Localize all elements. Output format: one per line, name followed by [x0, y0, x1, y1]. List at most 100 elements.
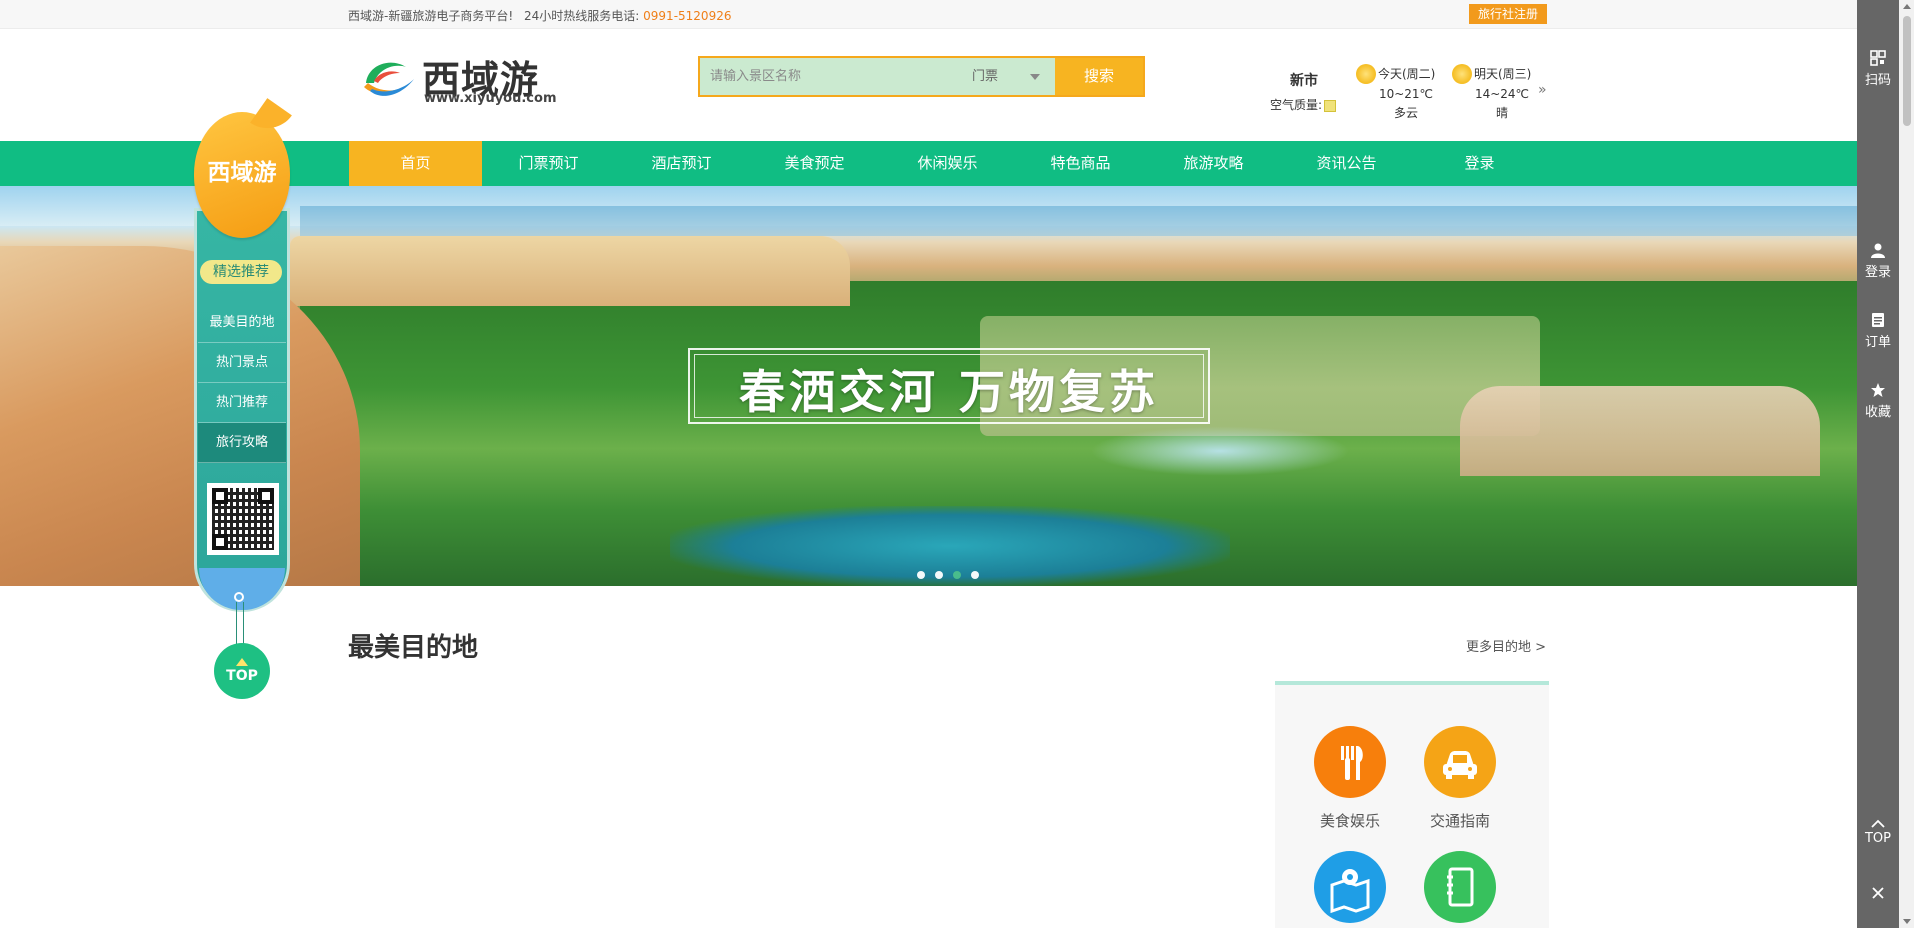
- slider-dot[interactable]: [971, 571, 979, 579]
- weather-tomorrow-temp: 14~24℃: [1474, 87, 1530, 101]
- toolbar-top-label: TOP: [1864, 831, 1891, 846]
- search-category-select[interactable]: 门票: [972, 58, 1052, 95]
- nav-item-food[interactable]: 美食预定: [748, 141, 881, 186]
- floating-nav-item-recommend[interactable]: 热门推荐: [198, 383, 286, 423]
- banner-title: 春洒交河 万物复苏: [738, 365, 1159, 419]
- qr-corner: [258, 488, 274, 504]
- page: 西域游-新疆旅游电子商务平台! 24小时热线服务电话: 0991-5120926…: [0, 0, 1914, 928]
- banner-water: [300, 206, 1857, 236]
- service-map[interactable]: [1305, 851, 1395, 923]
- order-list-icon: [1872, 313, 1884, 327]
- search-button[interactable]: 搜索: [1055, 58, 1143, 95]
- user-icon: [1871, 243, 1885, 258]
- toolbar-favorites[interactable]: 收藏: [1857, 382, 1899, 420]
- search-bar: 门票 搜索: [698, 56, 1145, 97]
- weather-today-desc: 多云: [1393, 106, 1418, 120]
- nav-item-products[interactable]: 特色商品: [1014, 141, 1147, 186]
- slider-dots: [917, 564, 989, 579]
- banner-ruins: [290, 236, 850, 306]
- nav-item-guides[interactable]: 旅游攻略: [1147, 141, 1280, 186]
- toolbar-login-label: 登录: [1864, 265, 1891, 280]
- hotline-number: 0991-5120926: [643, 9, 732, 23]
- sun-cloud-icon: [1356, 64, 1376, 84]
- nav-item-login[interactable]: 登录: [1413, 141, 1546, 186]
- air-quality-label: 空气质量:: [1270, 98, 1323, 112]
- floating-nav-item-spots[interactable]: 热门景点: [198, 343, 286, 383]
- toolbar-scan[interactable]: 扫码: [1857, 50, 1899, 88]
- nav-item-hotels[interactable]: 酒店预订: [615, 141, 748, 186]
- floating-nav-ring: [234, 592, 244, 602]
- top-bar: 西域游-新疆旅游电子商务平台! 24小时热线服务电话: 0991-5120926…: [0, 0, 1857, 29]
- hotline: 24小时热线服务电话: 0991-5120926: [524, 7, 731, 24]
- banner-mist: [1090, 426, 1350, 476]
- qr-corner: [212, 488, 228, 504]
- star-icon: [1871, 383, 1885, 397]
- toolbar-orders[interactable]: 订单: [1857, 312, 1899, 350]
- scrollbar-thumb[interactable]: [1903, 16, 1911, 126]
- service-food-entertainment[interactable]: 美食娱乐: [1305, 726, 1395, 831]
- toolbar-login[interactable]: 登录: [1857, 242, 1899, 280]
- back-to-top-label: TOP: [226, 668, 258, 684]
- sun-icon: [1452, 64, 1472, 84]
- air-quality-icon: [1324, 99, 1337, 112]
- service-transport-label: 交通指南: [1429, 812, 1490, 830]
- nav-item-news[interactable]: 资讯公告: [1280, 141, 1413, 186]
- page-scrollbar[interactable]: [1899, 0, 1914, 928]
- logo-url: www.xiyuyou.com: [424, 91, 557, 106]
- nav-item-leisure[interactable]: 休闲娱乐: [881, 141, 1014, 186]
- hotline-label: 24小时热线服务电话:: [524, 9, 640, 23]
- floating-nav-pick: 精选推荐: [200, 260, 282, 284]
- up-arrow-icon: [236, 658, 248, 666]
- search-input[interactable]: [700, 58, 960, 95]
- toolbar-top[interactable]: TOP: [1857, 818, 1899, 846]
- banner-title-frame: 春洒交河 万物复苏: [688, 348, 1210, 424]
- service-transport[interactable]: 交通指南: [1415, 726, 1505, 831]
- slider-dot-active[interactable]: [953, 571, 961, 579]
- nav-item-home[interactable]: 首页: [349, 141, 482, 186]
- weather-tomorrow-desc: 晴: [1495, 106, 1508, 120]
- scroll-down-icon[interactable]: [1903, 919, 1911, 924]
- weather-more-icon[interactable]: »: [1538, 82, 1547, 98]
- floating-nav-badge: 西域游: [194, 112, 290, 238]
- agency-register-button[interactable]: 旅行社注册: [1469, 4, 1548, 24]
- qr-corner: [212, 534, 228, 550]
- section-title: 最美目的地: [348, 633, 479, 663]
- qr-scan-icon: [1870, 50, 1886, 66]
- service-panel: 美食娱乐 交通指南: [1275, 681, 1549, 928]
- chevron-up-icon: [1871, 819, 1885, 828]
- qr-code: [207, 483, 279, 555]
- toolbar-orders-label: 订单: [1864, 335, 1891, 350]
- air-quality: 空气质量:: [1270, 96, 1337, 113]
- car-icon: [1424, 726, 1496, 798]
- nav-item-tickets[interactable]: 门票预订: [482, 141, 615, 186]
- slider-dot[interactable]: [935, 571, 943, 579]
- floating-nav-item-destinations[interactable]: 最美目的地: [198, 303, 286, 343]
- weather-city[interactable]: 新市: [1290, 70, 1318, 90]
- search-category-label: 门票: [972, 69, 999, 84]
- floating-nav-string: [236, 602, 244, 646]
- notebook-icon: [1424, 851, 1496, 923]
- weather-today-name: 今天(周二): [1378, 67, 1436, 81]
- weather-tomorrow-name: 明天(周三): [1474, 67, 1532, 81]
- close-icon: [1872, 887, 1884, 899]
- service-notebook[interactable]: [1415, 851, 1505, 923]
- logo-swirl-icon: [364, 62, 414, 96]
- toolbar-favorites-label: 收藏: [1864, 405, 1891, 420]
- floating-nav-item-guides[interactable]: 旅行攻略: [198, 423, 286, 463]
- chevron-down-icon: [1030, 74, 1040, 80]
- toolbar-scan-label: 扫码: [1864, 73, 1891, 88]
- back-to-top-button[interactable]: TOP: [214, 643, 270, 699]
- toolbar-close[interactable]: [1857, 886, 1899, 903]
- map-pin-icon: [1314, 851, 1386, 923]
- slider-dot[interactable]: [917, 571, 925, 579]
- scroll-up-icon[interactable]: [1903, 4, 1911, 9]
- logo[interactable]: 西域游 www.xiyuyou.com: [360, 51, 557, 107]
- weather-today-temp: 10~21℃: [1378, 87, 1434, 101]
- site-intro: 西域游-新疆旅游电子商务平台!: [348, 9, 514, 23]
- fork-knife-icon: [1314, 726, 1386, 798]
- more-destinations-link[interactable]: 更多目的地 >: [1466, 636, 1546, 655]
- floating-side-nav: 西域游 精选推荐 最美目的地 热门景点 热门推荐 旅行攻略 TOP: [190, 108, 294, 699]
- qr-pattern: [212, 488, 274, 550]
- service-food-label: 美食娱乐: [1319, 812, 1380, 830]
- banner-village: [1460, 386, 1820, 476]
